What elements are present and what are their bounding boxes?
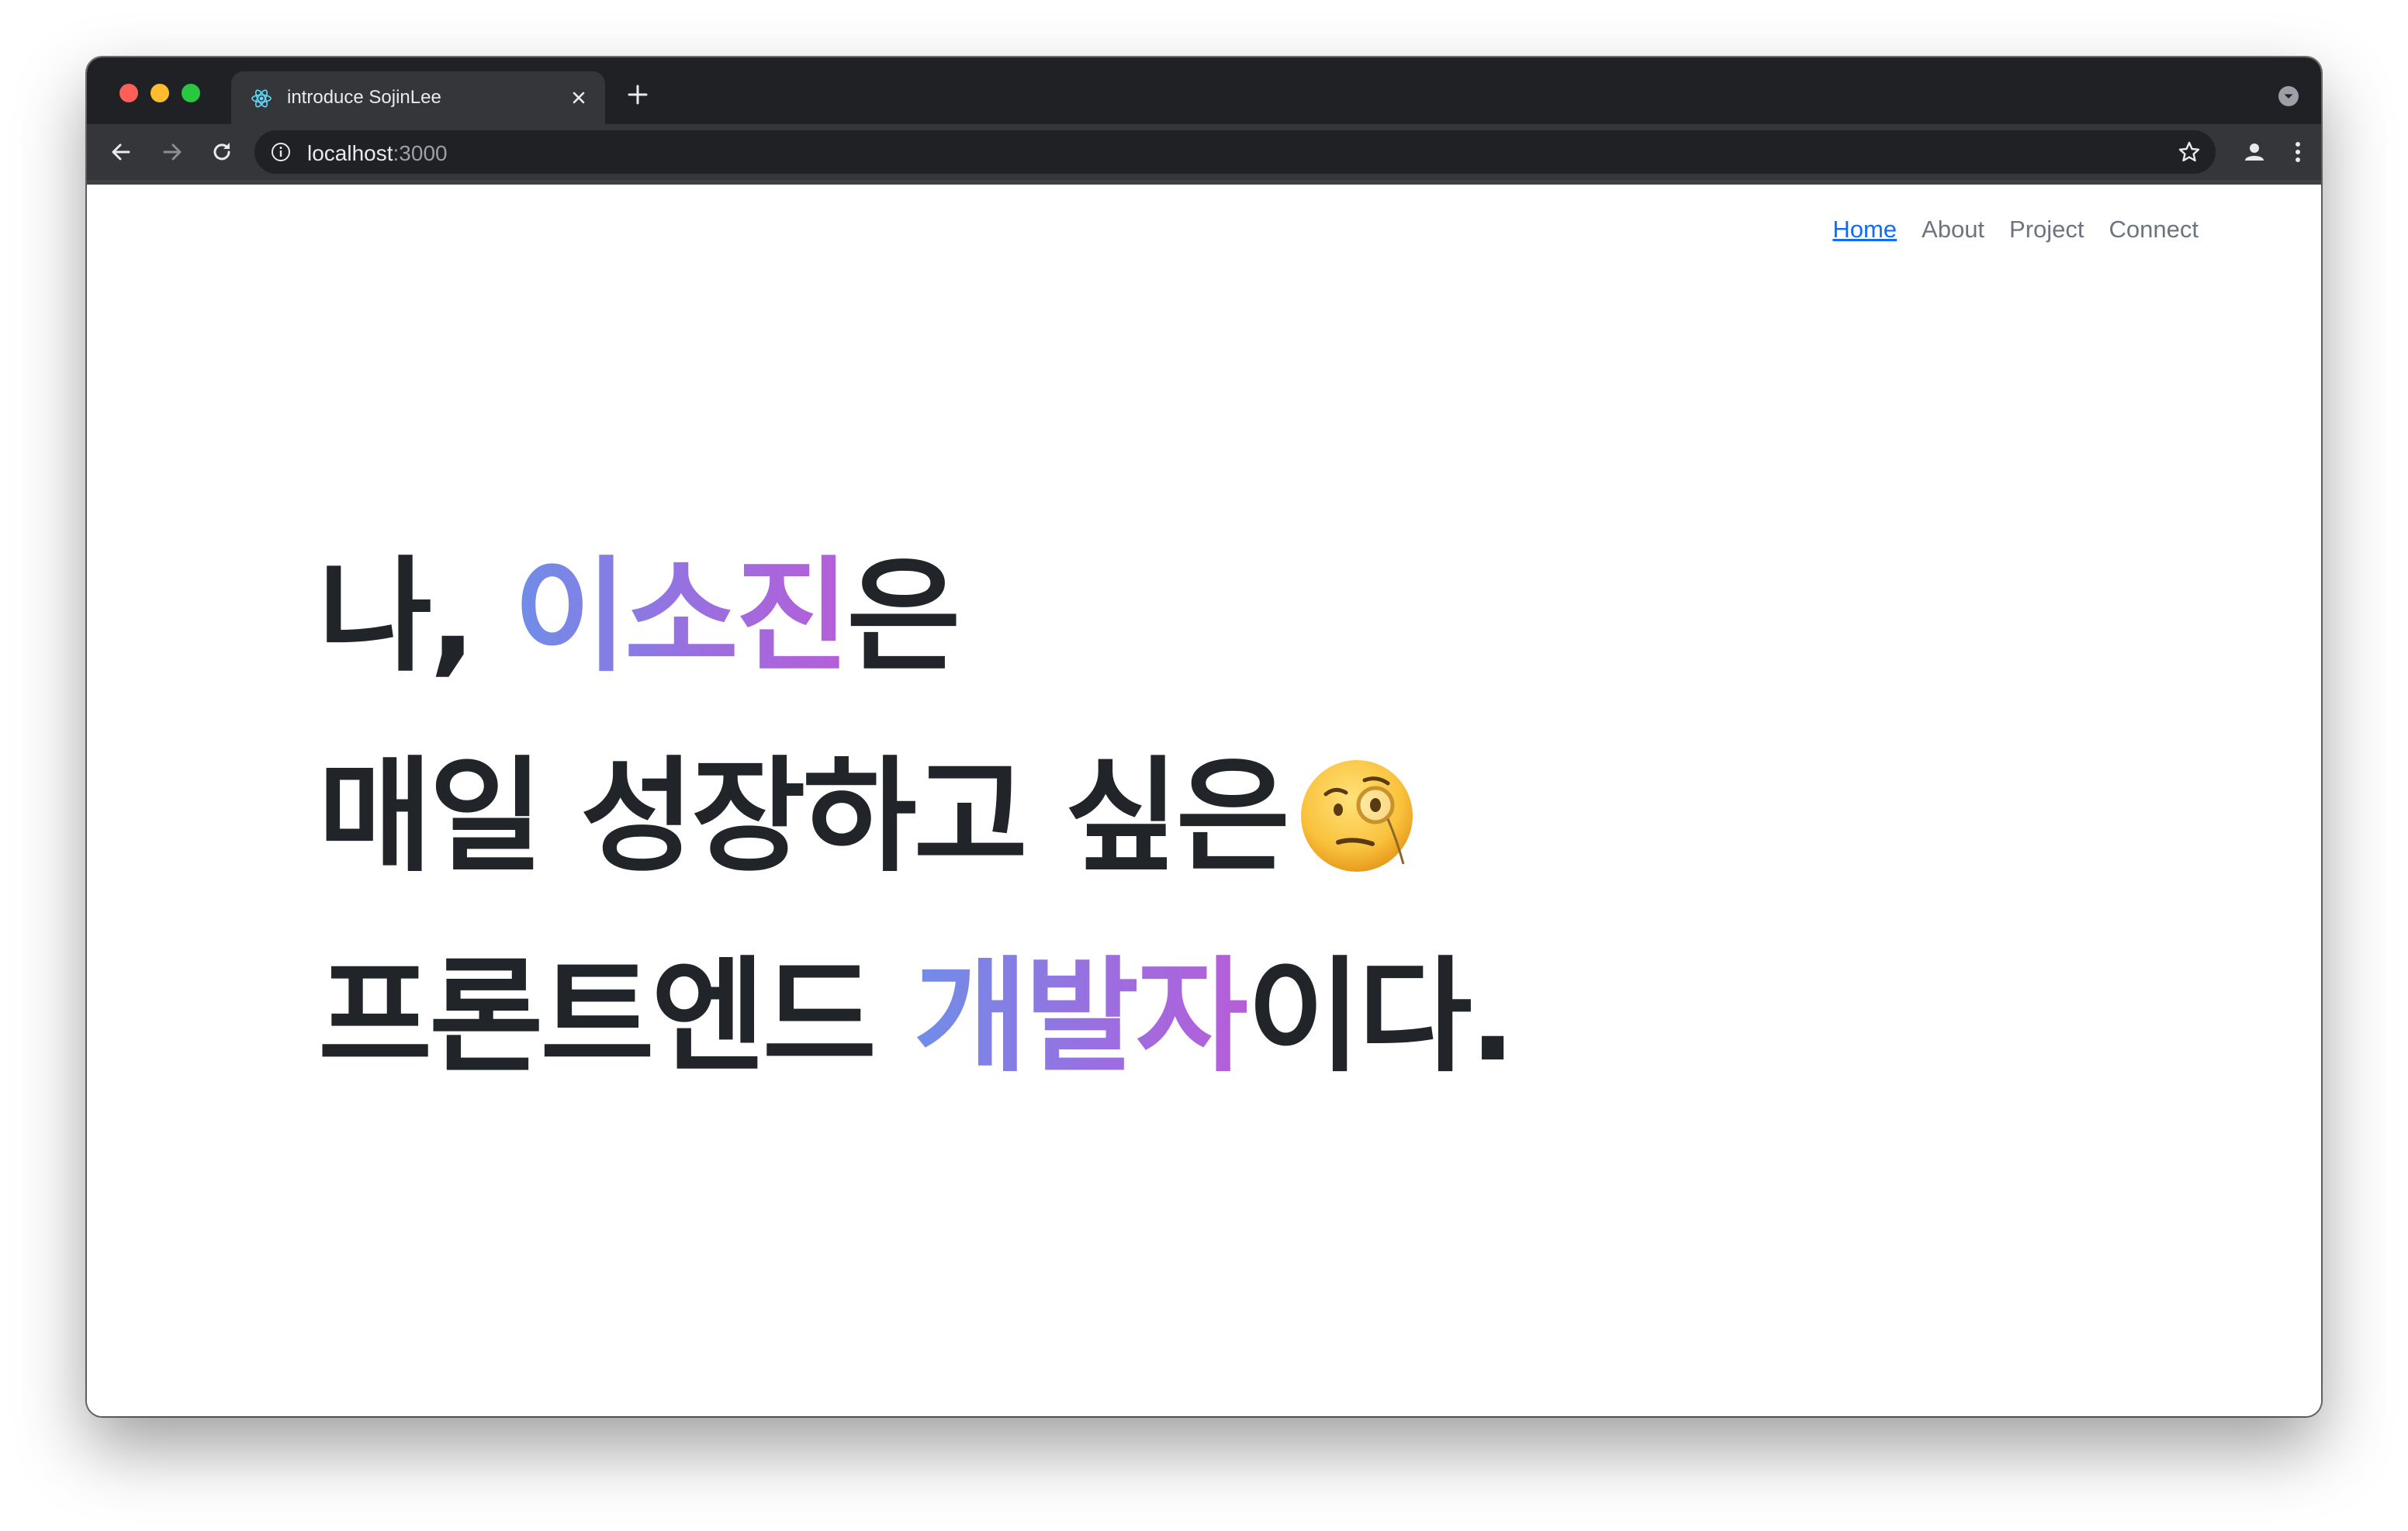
nav-home-link[interactable]: Home [1832,216,1897,244]
url-port: :3000 [393,141,448,165]
forward-arrow-icon[interactable] [158,138,186,166]
site-info-icon[interactable] [270,141,292,163]
address-bar[interactable]: localhost:3000 [254,130,2216,174]
hero-line-3-suffix: 이다. [1247,944,1516,1089]
face-with-monocle-icon [1301,760,1413,873]
bookmark-star-icon[interactable] [2177,140,2202,164]
hero-line-1-suffix: 은 [846,544,960,689]
hero-line-1-prefix: 나, [318,544,514,689]
browser-window: introduce SojinLee localhost:3000 Home A… [87,57,2321,1416]
browser-toolbar: localhost:3000 [87,124,2321,180]
url-text: localhost:3000 [307,141,448,166]
hero-heading: 나, 이소진은 매일 성장하고 싶은 프론트엔드 개발자이다. [318,517,1517,1117]
tab-search-icon[interactable] [2278,85,2299,107]
tab-strip: introduce SojinLee [87,57,2321,124]
menu-kebab-icon[interactable] [2284,138,2312,166]
back-arrow-icon[interactable] [107,138,135,166]
minimize-window-button[interactable] [150,84,169,102]
reload-icon[interactable] [208,138,236,166]
url-host: localhost [307,141,393,165]
hero-line-2: 매일 성장하고 싶은 [318,717,1514,917]
browser-tab[interactable]: introduce SojinLee [231,71,605,124]
new-tab-icon[interactable] [625,82,650,107]
hero-line-2-text: 매일 성장하고 싶은 [318,744,1290,889]
hero-role-highlight: 개발자 [913,944,1251,1089]
tab-title: introduce SojinLee [287,87,441,108]
top-nav: Home About Project Connect [1832,216,2199,244]
close-window-button[interactable] [119,84,138,102]
react-icon [251,89,272,108]
maximize-window-button[interactable] [182,84,200,102]
web-page: Home About Project Connect 나, 이소진은 매일 성장… [87,185,2321,1416]
hero-line-1: 나, 이소진은 [318,517,1514,717]
screen: introduce SojinLee localhost:3000 Home A… [0,0,2408,1531]
hero-name-highlight: 이소진 [513,544,850,689]
close-tab-icon[interactable] [568,87,590,109]
hero-line-3-prefix: 프론트엔드 [318,944,914,1089]
nav-connect-link[interactable]: Connect [2109,216,2199,244]
hero-line-3: 프론트엔드 개발자이다. [318,917,1517,1117]
nav-about-link[interactable]: About [1922,216,1984,244]
profile-icon[interactable] [2240,138,2268,166]
nav-project-link[interactable]: Project [2009,216,2084,244]
